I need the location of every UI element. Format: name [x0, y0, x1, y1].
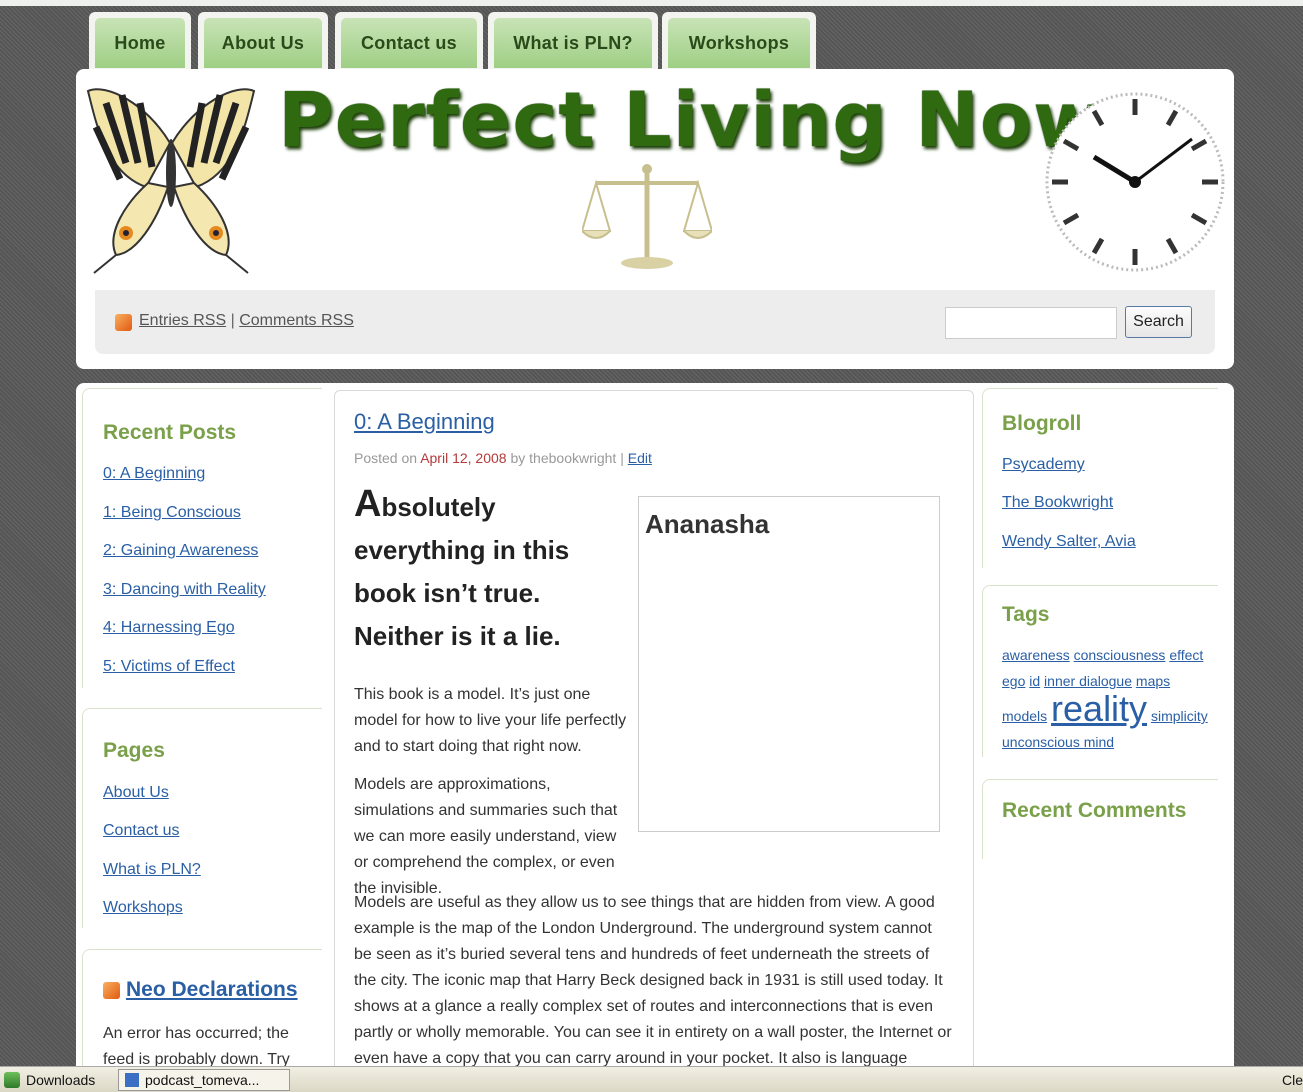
music-note-icon: [125, 1073, 139, 1087]
tag-link[interactable]: inner dialogue: [1044, 673, 1132, 689]
tab-home[interactable]: Home: [89, 12, 191, 72]
page-link-workshops[interactable]: Workshops: [103, 899, 183, 917]
recent-post-link[interactable]: 3: Dancing with Reality: [103, 581, 266, 599]
rss-icon: [115, 314, 132, 331]
page-link-about-us[interactable]: About Us: [103, 784, 169, 802]
post-meta: Posted on April 12, 2008 by thebookwrigh…: [354, 450, 652, 466]
recent-post-link[interactable]: 4: Harnessing Ego: [103, 619, 235, 637]
edit-link[interactable]: Edit: [628, 450, 652, 466]
site-header: Perfect Living Now Entries RSS | Comment…: [76, 69, 1234, 369]
scales-image: [582, 164, 712, 269]
recent-posts-widget: Recent Posts 0: A Beginning 1: Being Con…: [82, 388, 322, 688]
drop-cap: A: [354, 483, 382, 525]
recent-post-link[interactable]: 5: Victims of Effect: [103, 658, 235, 676]
tags-widget: Tags awareness consciousness effect ego …: [982, 585, 1218, 757]
pages-widget: Pages About Us Contact us What is PLN? W…: [82, 708, 322, 928]
downloads-button[interactable]: Downloads: [4, 1069, 95, 1091]
right-sidebar: Blogroll Psycademy The Bookwright Wendy …: [982, 383, 1234, 1073]
taskbar-right-text: Cle: [1282, 1072, 1303, 1088]
recent-comments-title: Recent Comments: [1002, 799, 1187, 822]
tab-workshops-label: Workshops: [668, 18, 810, 68]
post-lead: Absolutely everything in this book isn’t…: [354, 483, 624, 658]
tag-link[interactable]: reality: [1051, 688, 1147, 729]
window-top-strip: [0, 0, 1303, 6]
rss-separator: |: [230, 312, 235, 329]
clock-image: [1045, 92, 1225, 272]
tags-title: Tags: [1002, 603, 1050, 626]
recent-comments-widget: Recent Comments: [982, 779, 1218, 859]
blogroll-link[interactable]: The Bookwright: [1002, 494, 1113, 512]
post-paragraph-2: Models are approximations, simulations a…: [354, 776, 618, 897]
tab-about-us[interactable]: About Us: [198, 12, 328, 72]
page-link-contact-us[interactable]: Contact us: [103, 822, 179, 840]
pages-title: Pages: [103, 739, 165, 762]
site-title: Perfect Living Now: [278, 75, 1105, 164]
entries-rss-link[interactable]: Entries RSS: [139, 312, 226, 329]
tab-contact-us-label: Contact us: [341, 18, 477, 68]
comments-rss-link[interactable]: Comments RSS: [239, 312, 354, 329]
post-paragraph-1: This book is a model. It’s just one mode…: [354, 686, 627, 755]
ananasha-image-box: Ananasha: [638, 496, 940, 832]
tab-contact-us[interactable]: Contact us: [335, 12, 483, 72]
tag-link[interactable]: unconscious mind: [1002, 734, 1114, 750]
post-date: April 12, 2008: [420, 450, 507, 466]
downloads-icon: [4, 1072, 20, 1088]
tag-link[interactable]: models: [1002, 708, 1047, 724]
tag-link[interactable]: id: [1029, 673, 1040, 689]
tab-what-is-pln[interactable]: What is PLN?: [488, 12, 658, 72]
blogroll-link[interactable]: Wendy Salter, Avia: [1002, 533, 1136, 551]
taskbar-item-label: podcast_tomeva...: [145, 1072, 260, 1088]
banner: Perfect Living Now: [76, 69, 1234, 289]
post: 0: A Beginning Posted on April 12, 2008 …: [334, 390, 974, 1080]
rss-bar: Entries RSS | Comments RSS Search: [95, 290, 1215, 354]
tag-link[interactable]: awareness: [1002, 647, 1070, 663]
post-author: by thebookwright: [510, 450, 617, 466]
recent-post-link[interactable]: 1: Being Conscious: [103, 504, 241, 522]
post-paragraph-3: Models are useful as they allow us to se…: [354, 894, 952, 1067]
butterfly-image: [86, 88, 256, 274]
meta-separator: |: [620, 450, 624, 466]
blogroll-link[interactable]: Psycademy: [1002, 456, 1085, 474]
neo-declarations-link[interactable]: Neo Declarations: [126, 978, 298, 1002]
tag-link[interactable]: consciousness: [1074, 647, 1166, 663]
taskbar-item[interactable]: podcast_tomeva...: [118, 1069, 290, 1091]
posted-on-label: Posted on: [354, 450, 418, 466]
recent-post-link[interactable]: 0: A Beginning: [103, 465, 205, 483]
taskbar: Downloads podcast_tomeva... Cle: [0, 1066, 1303, 1092]
neo-declarations-widget: Neo Declarations An error has occurred; …: [82, 949, 322, 1073]
search-button[interactable]: Search: [1125, 306, 1192, 338]
downloads-label: Downloads: [26, 1072, 96, 1088]
rss-links: Entries RSS | Comments RSS: [139, 312, 354, 330]
left-sidebar: Recent Posts 0: A Beginning 1: Being Con…: [82, 383, 328, 1073]
tab-what-is-pln-label: What is PLN?: [494, 18, 652, 68]
search-input[interactable]: [945, 307, 1117, 339]
recent-posts-title: Recent Posts: [103, 421, 237, 444]
page-link-what-is-pln[interactable]: What is PLN?: [103, 861, 201, 879]
lead-text: bsolutely everything in this book isn’t …: [354, 492, 570, 651]
rss-icon: [103, 982, 120, 999]
post-title[interactable]: 0: A Beginning: [354, 409, 495, 435]
tag-link[interactable]: effect: [1169, 647, 1203, 663]
tab-about-us-label: About Us: [204, 18, 322, 68]
tag-cloud: awareness consciousness effect ego id in…: [1002, 642, 1216, 755]
content-area: Recent Posts 0: A Beginning 1: Being Con…: [76, 383, 1234, 1080]
blogroll-widget: Blogroll Psycademy The Bookwright Wendy …: [982, 388, 1218, 568]
tab-workshops[interactable]: Workshops: [662, 12, 816, 72]
tag-link[interactable]: ego: [1002, 673, 1025, 689]
recent-post-link[interactable]: 2: Gaining Awareness: [103, 542, 258, 560]
tab-home-label: Home: [95, 18, 185, 68]
blogroll-title: Blogroll: [1002, 412, 1082, 435]
tag-link[interactable]: maps: [1136, 673, 1170, 689]
image-caption: Ananasha: [645, 509, 770, 539]
tag-link[interactable]: simplicity: [1151, 708, 1208, 724]
